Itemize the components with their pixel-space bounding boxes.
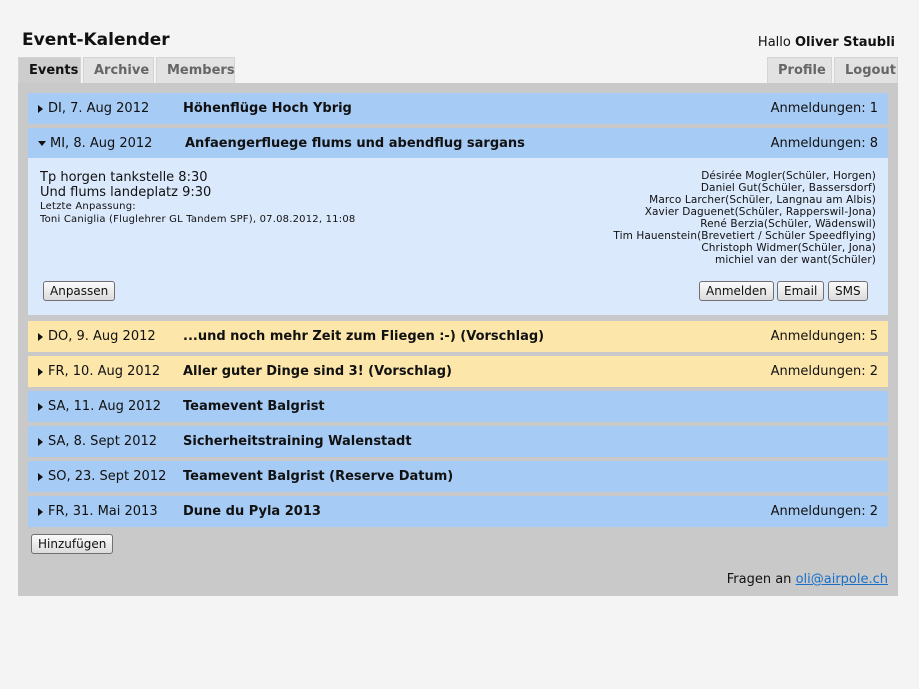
participant-item: Christoph Widmer(Schüler, Jona): [701, 242, 876, 254]
event-title: ...und noch mehr Zeit zum Fliegen :-) (V…: [183, 329, 545, 344]
event-registrations: Anmeldungen: 2: [770, 364, 878, 379]
event-registrations: Anmeldungen: 2: [770, 504, 878, 519]
event-registrations: Anmeldungen: 5: [770, 329, 878, 344]
event-row[interactable]: FR, 31. Mai 2013 Dune du Pyla 2013 Anmel…: [28, 496, 888, 527]
event-row[interactable]: FR, 10. Aug 2012 Aller guter Dinge sind …: [28, 356, 888, 387]
event-date: SO, 23. Sept 2012: [48, 469, 167, 484]
footer-contact: Fragen an oli@airpole.ch: [727, 572, 888, 587]
event-date: DO, 9. Aug 2012: [48, 329, 156, 344]
expand-triangle-icon: [38, 507, 43, 516]
participant-item: Désirée Mogler(Schüler, Horgen): [701, 170, 876, 182]
participant-item: Xavier Daguenet(Schüler, Rapperswil-Jona…: [644, 206, 876, 218]
contact-email-link[interactable]: oli@airpole.ch: [796, 572, 888, 587]
expand-triangle-icon: [38, 437, 43, 446]
email-button[interactable]: Email: [777, 281, 825, 301]
event-row[interactable]: SO, 23. Sept 2012 Teamevent Balgrist (Re…: [28, 461, 888, 492]
tab-archive[interactable]: Archive: [83, 57, 154, 83]
participant-item: René Berzia(Schüler, Wädenswil): [700, 218, 876, 230]
expand-triangle-icon: [38, 402, 43, 411]
greeting-text: Hallo: [757, 35, 791, 50]
participant-item: Daniel Gut(Schüler, Bassersdorf): [700, 182, 876, 194]
expand-triangle-icon: [38, 104, 43, 113]
last-modified-label: Letzte Anpassung:: [40, 201, 136, 212]
event-row[interactable]: DI, 7. Aug 2012 Höhenflüge Hoch Ybrig An…: [28, 93, 888, 124]
event-date: SA, 8. Sept 2012: [48, 434, 158, 449]
event-date: FR, 31. Mai 2013: [48, 504, 158, 519]
event-title: Teamevent Balgrist (Reserve Datum): [183, 469, 454, 484]
participant-list: Désirée Mogler(Schüler, Horgen) Daniel G…: [613, 170, 876, 266]
collapse-triangle-icon: [38, 141, 46, 146]
event-row-expanded[interactable]: MI, 8. Aug 2012 Anfaengerfluege flums un…: [28, 128, 888, 159]
expand-triangle-icon: [38, 332, 43, 341]
event-row[interactable]: SA, 11. Aug 2012 Teamevent Balgrist: [28, 391, 888, 422]
tab-members[interactable]: Members: [156, 57, 235, 83]
participant-item: Tim Hauenstein(Brevetiert / Schüler Spee…: [613, 230, 876, 242]
event-date: DI, 7. Aug 2012: [48, 101, 150, 116]
event-row[interactable]: SA, 8. Sept 2012 Sicherheitstraining Wal…: [28, 426, 888, 457]
event-registrations: Anmeldungen: 8: [770, 136, 878, 151]
event-description-line: Tp horgen tankstelle 8:30: [40, 170, 208, 185]
sms-button[interactable]: SMS: [828, 281, 868, 301]
event-description-line: Und flums landeplatz 9:30: [40, 185, 212, 200]
user-name: Oliver Staubli: [794, 35, 895, 50]
register-button[interactable]: Anmelden: [699, 281, 774, 301]
event-title: Sicherheitstraining Walenstadt: [183, 434, 412, 449]
add-event-button[interactable]: Hinzufügen: [31, 534, 114, 554]
app-title: Event-Kalender: [22, 30, 170, 50]
participant-item: michiel van der want(Schüler): [715, 254, 876, 266]
expand-triangle-icon: [38, 472, 43, 481]
event-title: Teamevent Balgrist: [183, 399, 325, 414]
event-row[interactable]: DO, 9. Aug 2012 ...und noch mehr Zeit zu…: [28, 321, 888, 352]
event-title: Aller guter Dinge sind 3! (Vorschlag): [183, 364, 452, 379]
event-date: MI, 8. Aug 2012: [50, 136, 153, 151]
events-panel: DI, 7. Aug 2012 Höhenflüge Hoch Ybrig An…: [18, 83, 898, 596]
event-registrations: Anmeldungen: 1: [770, 101, 878, 116]
last-modified-info: Toni Caniglia (Fluglehrer GL Tandem SPF)…: [40, 214, 356, 225]
event-detail: Tp horgen tankstelle 8:30 Und flums land…: [28, 158, 888, 315]
expand-triangle-icon: [38, 367, 43, 376]
user-greeting: Hallo Oliver Staubli: [758, 35, 895, 50]
edit-button[interactable]: Anpassen: [43, 281, 116, 301]
tab-events[interactable]: Events: [18, 57, 81, 83]
event-title: Höhenflüge Hoch Ybrig: [183, 101, 352, 116]
event-date: SA, 11. Aug 2012: [48, 399, 162, 414]
tab-logout[interactable]: Logout: [834, 57, 898, 83]
participant-item: Marco Larcher(Schüler, Langnau am Albis): [649, 194, 876, 206]
event-title: Dune du Pyla 2013: [183, 504, 321, 519]
event-date: FR, 10. Aug 2012: [48, 364, 161, 379]
footer-question: Fragen an: [726, 572, 792, 587]
event-title: Anfaengerfluege flums und abendflug sarg…: [185, 136, 525, 151]
tab-profile[interactable]: Profile: [767, 57, 832, 83]
